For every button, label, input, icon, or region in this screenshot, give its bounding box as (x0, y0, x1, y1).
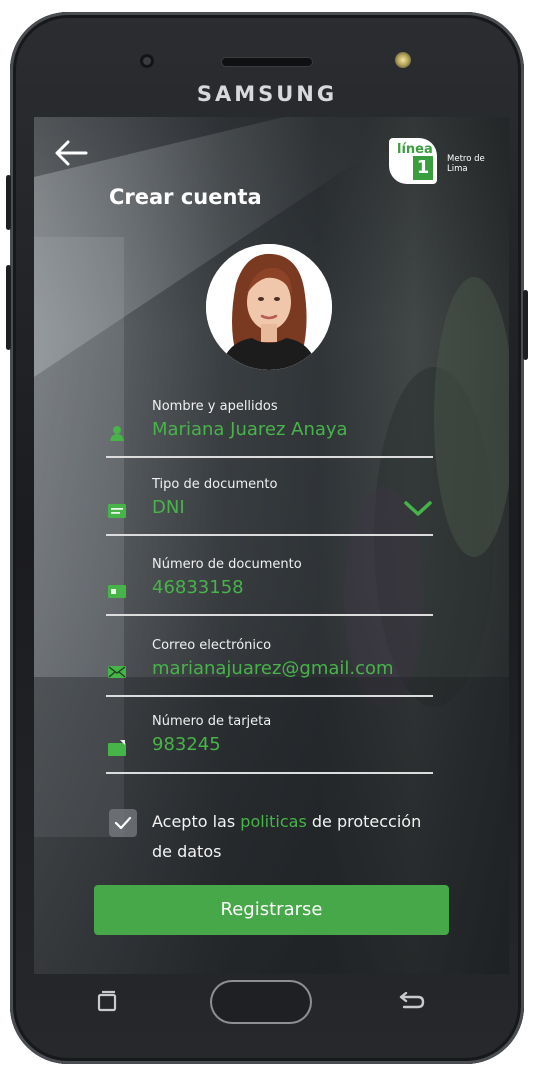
user-icon (110, 426, 124, 441)
logo-line-number: 1 (413, 156, 433, 180)
document-number-label: Número de documento (152, 557, 302, 572)
document-icon (108, 585, 126, 598)
card-number-input[interactable]: 983245 (152, 734, 221, 755)
name-field[interactable]: Nombre y apellidos Mariana Juarez Anaya (106, 399, 433, 461)
proximity-sensor (395, 52, 411, 68)
home-button[interactable] (210, 980, 312, 1024)
page-title: Crear cuenta (109, 185, 262, 209)
logo-metro-text: Metro de Lima (447, 154, 485, 174)
document-number-field[interactable]: Número de documento 46833158 (106, 557, 433, 619)
device-brand: SAMSUNG (196, 82, 338, 106)
avatar-photo (206, 244, 332, 370)
terms-checkbox[interactable] (109, 809, 137, 837)
avatar[interactable] (206, 244, 332, 370)
arrow-left-icon (55, 140, 88, 166)
logo-linea-text: línea (397, 142, 433, 157)
recent-apps-icon[interactable] (97, 990, 117, 1012)
register-button[interactable]: Registrarse (94, 885, 449, 935)
checkmark-icon (114, 816, 132, 830)
power-button (523, 290, 528, 360)
earpiece-speaker (222, 58, 312, 66)
front-camera (140, 54, 154, 68)
document-type-label: Tipo de documento (152, 477, 278, 492)
volume-up-button (6, 175, 11, 230)
back-button[interactable] (54, 139, 94, 169)
email-field[interactable]: Correo electrónico marianajuarez@gmail.c… (106, 638, 433, 700)
phone-top-bezel: SAMSUNG (10, 12, 524, 122)
email-input[interactable]: marianajuarez@gmail.com (152, 658, 394, 679)
name-label: Nombre y apellidos (152, 399, 278, 414)
document-type-underline (106, 534, 433, 536)
document-type-field[interactable]: Tipo de documento DNI (106, 477, 433, 539)
metro-lima-logo: línea 1 Metro de Lima (389, 132, 489, 186)
create-account-screen: línea 1 Metro de Lima Crear cuenta Nombr… (34, 117, 509, 974)
document-type-select[interactable]: DNI (152, 497, 185, 518)
id-card-icon (108, 504, 126, 518)
volume-down-button (6, 265, 11, 350)
app-screen: línea 1 Metro de Lima Crear cuenta Nombr… (34, 117, 509, 974)
mail-icon (108, 666, 126, 678)
card-number-label: Número de tarjeta (152, 714, 272, 729)
card-number-field[interactable]: Número de tarjeta 983245 (106, 714, 433, 776)
card-icon (108, 740, 126, 756)
email-label: Correo electrónico (152, 638, 272, 653)
chevron-down-icon[interactable] (403, 497, 433, 519)
document-number-input[interactable]: 46833158 (152, 577, 244, 598)
card-number-underline (106, 772, 433, 774)
document-number-underline (106, 614, 433, 616)
email-underline (106, 695, 433, 697)
terms-text: Acepto las politicas de protección de da… (152, 807, 432, 867)
name-input[interactable]: Mariana Juarez Anaya (152, 419, 348, 440)
terms-text-before: Acepto las (152, 812, 241, 831)
back-key-icon[interactable] (396, 992, 426, 1012)
privacy-policy-link[interactable]: politicas (240, 812, 307, 831)
name-underline (106, 456, 433, 458)
